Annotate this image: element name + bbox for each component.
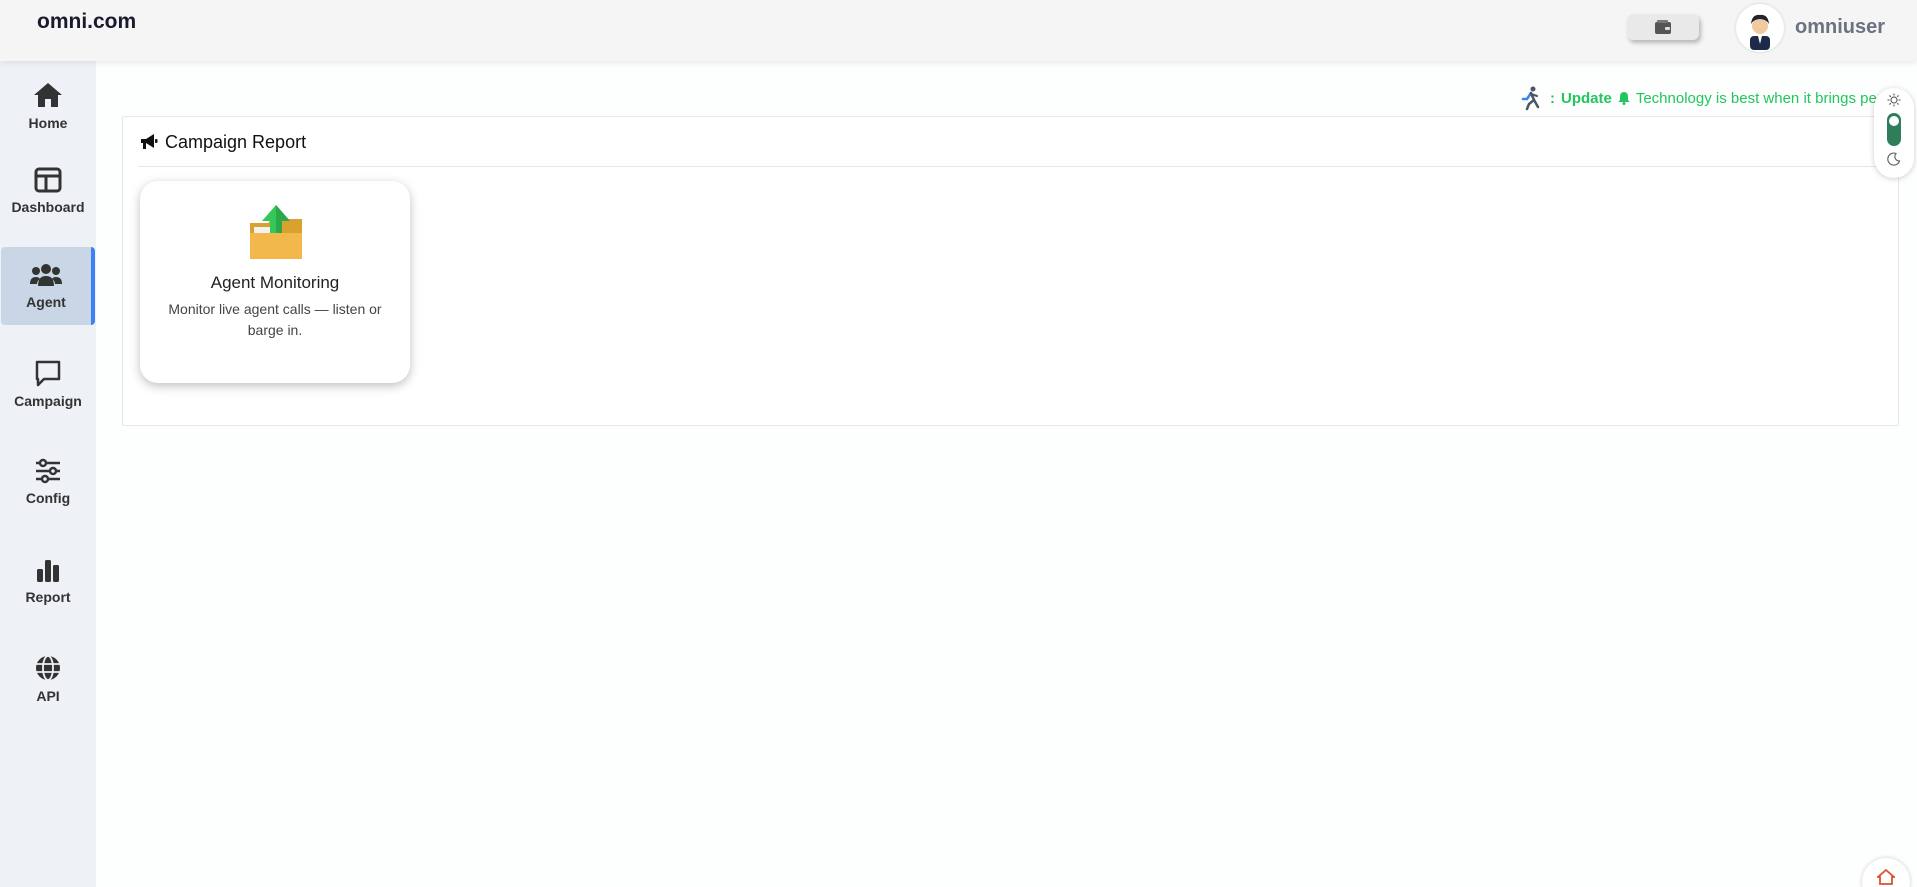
agent-monitoring-card[interactable]: Agent Monitoring Monitor live agent call…	[140, 181, 410, 383]
megaphone-icon	[141, 134, 158, 149]
sun-icon	[1887, 93, 1901, 107]
sidebar: Home Dashboard Agent Campaign Config Rep…	[0, 61, 96, 887]
wallet-button[interactable]	[1627, 14, 1699, 40]
home-fab-button[interactable]	[1862, 858, 1910, 887]
panel-title: Campaign Report	[165, 131, 307, 152]
bell-icon	[1618, 92, 1630, 105]
ticker-message: Technology is best when it brings pe	[1635, 89, 1877, 107]
sidebar-item-label: Config	[25, 490, 71, 506]
users-icon	[30, 264, 62, 286]
sidebar-item-label: Campaign	[14, 393, 82, 409]
sidebar-item-agent[interactable]: Agent	[1, 247, 95, 325]
folder-upload-icon	[250, 205, 302, 259]
sidebar-item-label: Report	[25, 589, 71, 605]
moon-icon	[1887, 152, 1901, 166]
wallet-icon	[1655, 20, 1671, 34]
sidebar-item-api[interactable]: API	[0, 640, 96, 718]
sidebar-item-dashboard[interactable]: Dashboard	[0, 152, 96, 230]
avatar[interactable]	[1736, 4, 1784, 52]
card-description: Monitor live agent calls — listen or bar…	[168, 301, 382, 338]
ticker-label: Update	[1561, 89, 1612, 107]
globe-icon	[36, 655, 60, 681]
running-person-icon	[1521, 86, 1540, 111]
card-title: Agent Monitoring	[210, 273, 340, 292]
chat-icon	[35, 360, 61, 387]
brand-logo[interactable]: omni.com	[37, 10, 136, 34]
panel-header: Campaign Report	[139, 129, 306, 155]
theme-toggle[interactable]	[1874, 88, 1914, 178]
home-icon	[34, 83, 62, 107]
sidebar-item-report[interactable]: Report	[0, 542, 96, 620]
ticker-prefix: :	[1550, 89, 1555, 107]
toggle-knob[interactable]	[1889, 116, 1899, 126]
home-icon	[1877, 869, 1895, 885]
sliders-icon	[36, 458, 60, 484]
sidebar-item-label: Home	[28, 115, 68, 131]
top-bar: omni.com omniuser	[0, 0, 1917, 61]
sidebar-item-home[interactable]: Home	[0, 67, 96, 145]
user-avatar-icon	[1750, 14, 1770, 50]
update-ticker: : Update Technology is best when it brin…	[1518, 83, 1883, 113]
sidebar-item-config[interactable]: Config	[0, 443, 96, 521]
bar-chart-icon	[37, 560, 59, 582]
username[interactable]: omniuser	[1795, 16, 1885, 39]
sidebar-item-campaign[interactable]: Campaign	[0, 345, 96, 423]
divider	[138, 166, 1898, 167]
sidebar-item-label: Agent	[26, 294, 66, 310]
sidebar-item-label: API	[36, 688, 60, 704]
sidebar-item-label: Dashboard	[11, 199, 85, 215]
dashboard-icon	[34, 167, 62, 193]
